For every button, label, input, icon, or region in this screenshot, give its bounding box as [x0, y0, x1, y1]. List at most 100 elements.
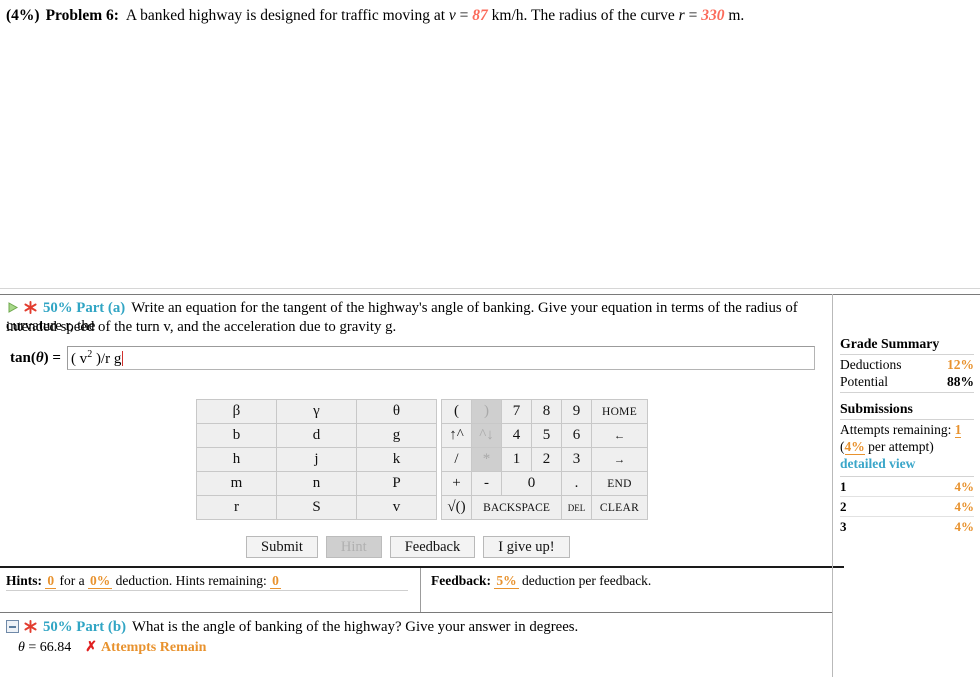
key-multiply: *: [471, 447, 502, 472]
per-attempt-line: (4% per attempt): [840, 438, 974, 455]
key-minus[interactable]: -: [471, 471, 502, 496]
part-a-name: Part (a): [76, 300, 126, 316]
part-b-result-value: = 66.84: [24, 640, 72, 655]
divider-part-b-top: [0, 612, 832, 613]
math-keypad: β γ θ b d g h j k m n P r S v () 7 8 9 …: [196, 399, 648, 520]
feedback-text: deduction per feedback.: [522, 573, 652, 588]
key-v[interactable]: v: [356, 495, 437, 520]
attempts-table: 1 4% 2 4% 3 4%: [840, 476, 974, 536]
key-power-down: ^↓: [471, 423, 502, 448]
table-row: 1 4%: [840, 476, 974, 496]
hints-label: Hints:: [6, 573, 43, 588]
key-g[interactable]: g: [356, 423, 437, 448]
key-arrow-left[interactable]: ←: [591, 423, 648, 448]
hints-remaining-count: 0: [270, 573, 281, 589]
attempts-remaining-line: Attempts remaining: 1: [840, 421, 974, 438]
part-b-result: θ = 66.84 ✗ Attempts Remain: [18, 639, 206, 656]
expand-triangle-icon[interactable]: [6, 301, 19, 314]
right-panel-divider: [832, 294, 833, 677]
key-r[interactable]: r: [196, 495, 277, 520]
hints-count: 0: [45, 573, 57, 589]
part-a-percent: 50%: [43, 300, 73, 316]
key-h[interactable]: h: [196, 447, 277, 472]
hints-deduction-word: deduction. Hints remaining:: [115, 573, 267, 588]
attempt-number: 3: [840, 519, 847, 534]
keypad-symbols: β γ θ b d g h j k m n P r S v: [196, 399, 437, 520]
incorrect-star-icon: [23, 619, 38, 634]
key-1[interactable]: 1: [501, 447, 532, 472]
answer-label-theta: θ: [35, 349, 44, 366]
key-P[interactable]: P: [356, 471, 437, 496]
attempt-deduction: 4%: [954, 519, 975, 534]
deductions-value: 12%: [947, 357, 974, 372]
key-4[interactable]: 4: [501, 423, 532, 448]
key-b[interactable]: b: [196, 423, 277, 448]
problem-var-v: v: [448, 7, 456, 24]
problem-text-pre: A banked highway is designed for traffic…: [125, 7, 449, 24]
key-arrow-right[interactable]: →: [591, 447, 648, 472]
part-b-question: What is the angle of banking of the high…: [132, 619, 579, 635]
problem-text-end: m.: [724, 7, 745, 24]
attempt-number: 2: [840, 499, 847, 514]
key-S[interactable]: S: [276, 495, 357, 520]
table-row: 3 4%: [840, 516, 974, 536]
key-6[interactable]: 6: [561, 423, 592, 448]
problem-eq2: =: [684, 7, 702, 24]
submissions-panel: Submissions Attempts remaining: 1 (4% pe…: [840, 401, 974, 536]
grade-summary-deductions-row: Deductions 12%: [840, 356, 974, 373]
give-up-button[interactable]: I give up!: [483, 536, 570, 558]
hints-deduction-pct: 0%: [88, 573, 113, 589]
key-k[interactable]: k: [356, 447, 437, 472]
keypad-row: √() BACKSPACE DEL CLEAR: [441, 495, 648, 520]
submissions-title: Submissions: [840, 401, 913, 416]
key-gamma[interactable]: γ: [276, 399, 357, 424]
key-plus[interactable]: +: [441, 471, 472, 496]
deductions-label: Deductions: [840, 357, 902, 372]
keypad-row: β γ θ: [196, 399, 437, 424]
key-2[interactable]: 2: [531, 447, 562, 472]
key-backspace[interactable]: BACKSPACE: [471, 495, 562, 520]
key-clear[interactable]: CLEAR: [591, 495, 648, 520]
key-8[interactable]: 8: [531, 399, 562, 424]
key-decimal-point[interactable]: .: [561, 471, 592, 496]
key-power-up[interactable]: ↑^: [441, 423, 472, 448]
answer-label: tan(θ) =: [10, 350, 61, 367]
key-theta[interactable]: θ: [356, 399, 437, 424]
part-a-question-line2-wrap: intended speed of the turn v, and the ac…: [6, 318, 826, 336]
key-j[interactable]: j: [276, 447, 357, 472]
hints-panel: Hints: 0 for a 0% deduction. Hints remai…: [0, 568, 420, 612]
key-m[interactable]: m: [196, 471, 277, 496]
key-end[interactable]: END: [591, 471, 648, 496]
key-beta[interactable]: β: [196, 399, 277, 424]
key-9[interactable]: 9: [561, 399, 592, 424]
incorrect-x-icon: ✗: [85, 640, 98, 655]
keypad-row: / * 1 2 3 →: [441, 447, 648, 472]
detailed-view-link[interactable]: detailed view: [840, 455, 974, 473]
potential-value: 88%: [947, 374, 974, 389]
action-buttons: Submit Hint Feedback I give up!: [246, 536, 570, 558]
collapse-minus-icon[interactable]: [6, 620, 19, 633]
attempts-remaining-label: Attempts remaining:: [840, 422, 952, 437]
key-0[interactable]: 0: [501, 471, 562, 496]
key-3[interactable]: 3: [561, 447, 592, 472]
table-row: 2 4%: [840, 496, 974, 516]
grade-summary-panel: Grade Summary Deductions 12% Potential 8…: [840, 336, 974, 394]
problem-text-mid: km/h. The radius of the curve: [487, 7, 679, 24]
key-delete[interactable]: DEL: [561, 495, 592, 520]
hints-feedback-band: Hints: 0 for a 0% deduction. Hints remai…: [0, 566, 844, 612]
submit-button[interactable]: Submit: [246, 536, 318, 558]
keypad-row: m n P: [196, 471, 437, 496]
feedback-panel: Feedback: 5% deduction per feedback.: [420, 568, 844, 612]
key-home[interactable]: HOME: [591, 399, 648, 424]
feedback-button[interactable]: Feedback: [389, 536, 476, 558]
feedback-label: Feedback:: [431, 573, 491, 588]
key-sqrt[interactable]: √(): [441, 495, 472, 520]
key-7[interactable]: 7: [501, 399, 532, 424]
key-5[interactable]: 5: [531, 423, 562, 448]
problem-eq1: =: [455, 7, 473, 24]
answer-input[interactable]: ( v2 )/r g: [66, 346, 815, 370]
key-divide[interactable]: /: [441, 447, 472, 472]
key-open-paren[interactable]: (: [441, 399, 472, 424]
key-n[interactable]: n: [276, 471, 357, 496]
key-d[interactable]: d: [276, 423, 357, 448]
